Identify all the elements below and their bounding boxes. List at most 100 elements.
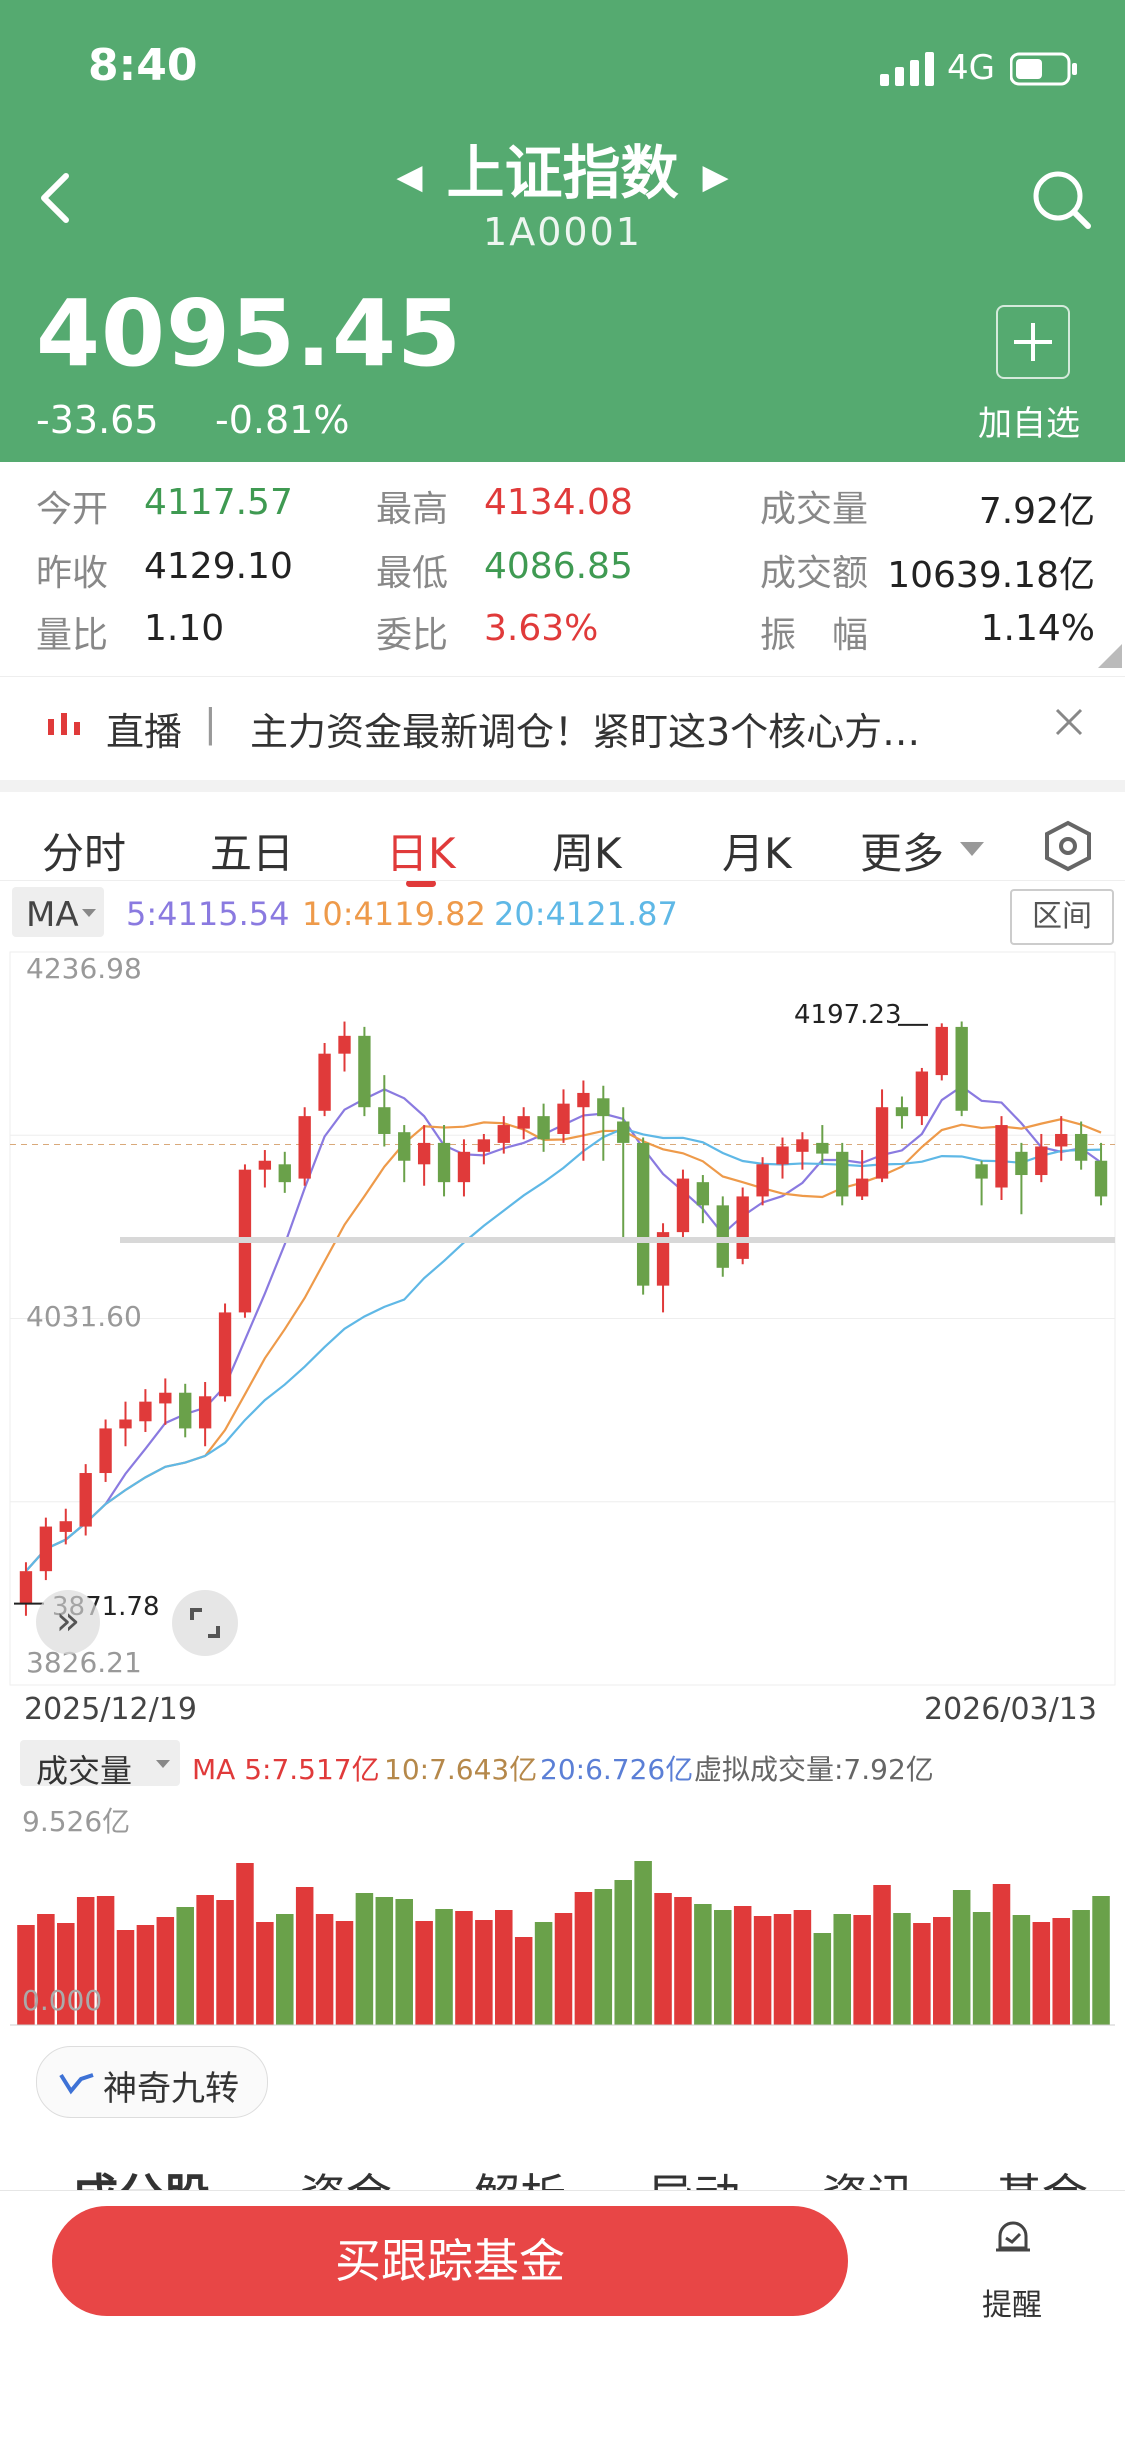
candle-body xyxy=(1074,1133,1088,1161)
volume-bar xyxy=(335,1921,354,2025)
volume-label: 成交量 xyxy=(36,1752,133,1790)
tab-weekly-k[interactable]: 周K xyxy=(552,820,622,881)
tab-five-day[interactable]: 五日 xyxy=(210,820,294,881)
candle-body xyxy=(696,1182,710,1206)
candle-body xyxy=(955,1026,968,1111)
volume-selector[interactable]: 成交量 xyxy=(20,1740,180,1790)
candle-body xyxy=(995,1125,1008,1188)
volume-bar xyxy=(1092,1896,1110,2025)
candle-body xyxy=(676,1178,690,1233)
candle-body xyxy=(477,1139,491,1152)
settings-icon[interactable] xyxy=(1044,820,1092,872)
tab-daily-k[interactable]: 日K xyxy=(386,820,456,881)
stat-value: 4129.10 xyxy=(144,546,293,587)
volume-bar xyxy=(375,1897,394,2025)
header: 8:40 4G ◀ 上证指数 ▶ 1A0001 4095.45 -33.65 -0.… xyxy=(0,0,1125,462)
volume-bar xyxy=(853,1915,871,2025)
candle-body xyxy=(338,1035,351,1054)
volume-bar xyxy=(196,1895,214,2025)
ma-selector[interactable]: MA xyxy=(12,887,104,937)
stat-label: 量比 xyxy=(36,615,109,656)
tab-more[interactable]: 更多 xyxy=(860,820,944,881)
volume-bar xyxy=(435,1909,453,2025)
candle-body xyxy=(318,1053,331,1111)
vol-tick-zero: 0.000 xyxy=(22,1984,103,2017)
next-stock-icon[interactable]: ▶ xyxy=(703,157,729,197)
candle-body xyxy=(398,1132,411,1161)
nine-turn-label: 神奇九转 xyxy=(103,2069,239,2109)
ma10-line xyxy=(25,1118,1102,1572)
signal-icon xyxy=(880,52,934,86)
volume-bar xyxy=(773,1914,792,2025)
volume-bar xyxy=(176,1907,194,2025)
candle-body xyxy=(19,1571,33,1604)
nine-turn-chip[interactable]: 神奇九转 xyxy=(36,2046,268,2118)
add-watch-button[interactable] xyxy=(996,305,1070,379)
chevron-down-icon[interactable] xyxy=(960,842,984,858)
volume-bar xyxy=(833,1914,851,2025)
volume-bar xyxy=(514,1937,533,2025)
stat-value: 4134.08 xyxy=(484,482,633,523)
close-icon[interactable] xyxy=(1054,707,1084,737)
stat-value: 1.10 xyxy=(144,608,225,649)
volume-bar xyxy=(136,1925,155,2025)
add-watch-label[interactable]: 加自选 xyxy=(978,396,1080,445)
range-button[interactable]: 区间 xyxy=(1010,889,1114,945)
ma5-value: 5:4115.54 xyxy=(126,895,290,933)
candle-body xyxy=(617,1121,630,1143)
candle-body xyxy=(258,1160,272,1170)
candle-body xyxy=(816,1142,829,1154)
volume-bar xyxy=(594,1889,613,2025)
candle-body xyxy=(417,1142,431,1165)
candle-body xyxy=(736,1196,749,1259)
chart-tabs: 分时 五日 日K 周K 月K 更多 xyxy=(0,780,1125,892)
candle-body xyxy=(895,1107,909,1117)
tab-monthly-k[interactable]: 月K xyxy=(722,820,792,881)
candle-body xyxy=(79,1473,92,1527)
bell-icon[interactable] xyxy=(992,2216,1034,2260)
date-start: 2025/12/19 xyxy=(24,1692,197,1727)
fullscreen-button[interactable] xyxy=(172,1590,238,1656)
buy-fund-button[interactable]: 买跟踪基金 xyxy=(52,2206,848,2316)
candle-body xyxy=(198,1396,212,1429)
volume-bar xyxy=(972,1912,991,2025)
volume-bar xyxy=(216,1900,234,2025)
tab-intraday[interactable]: 分时 xyxy=(42,820,126,881)
volume-bar xyxy=(714,1910,732,2025)
search-icon[interactable] xyxy=(1030,168,1092,230)
stat-value: 4086.85 xyxy=(484,546,633,587)
chevron-down-icon xyxy=(82,909,96,917)
stat-value: 4117.57 xyxy=(144,482,293,523)
virtual-volume[interactable]: 虚拟成交量:7.92亿 xyxy=(694,1748,934,1788)
candle-body xyxy=(159,1392,172,1404)
candle-body xyxy=(796,1139,809,1152)
volume-bar xyxy=(654,1893,672,2025)
battery-icon xyxy=(1010,52,1077,86)
volume-bar xyxy=(753,1916,772,2025)
candle-body xyxy=(1094,1160,1108,1197)
y-tick-top: 4236.98 xyxy=(26,952,142,985)
scroll-start-icon[interactable]: » xyxy=(36,1590,100,1654)
volume-bar xyxy=(694,1904,712,2025)
live-banner[interactable]: 直播 | 主力资金最新调仓！紧盯这3个核心方… xyxy=(0,676,1125,767)
volume-bar xyxy=(554,1913,573,2025)
candle-body xyxy=(497,1125,510,1143)
candle-body xyxy=(99,1428,112,1474)
remind-label[interactable]: 提醒 xyxy=(982,2280,1042,2324)
status-time: 8:40 xyxy=(88,40,198,91)
volume-bar xyxy=(455,1911,473,2025)
volume-bar xyxy=(495,1910,513,2025)
stat-label: 成交量 xyxy=(760,489,869,530)
plus-icon xyxy=(1014,323,1052,361)
volume-bar xyxy=(256,1922,274,2025)
y-tick-mid: 4031.60 xyxy=(26,1300,142,1333)
expand-corner-icon[interactable] xyxy=(1098,644,1122,668)
volume-bar xyxy=(315,1914,334,2025)
candle-body xyxy=(278,1164,291,1183)
current-price: 4095.45 xyxy=(36,280,463,387)
prev-stock-icon[interactable]: ◀ xyxy=(396,157,422,197)
stat-label: 最低 xyxy=(376,553,449,594)
ma20-value: 20:4121.87 xyxy=(494,895,678,933)
candle-body xyxy=(139,1401,152,1422)
kline-chart[interactable] xyxy=(0,940,1125,2030)
